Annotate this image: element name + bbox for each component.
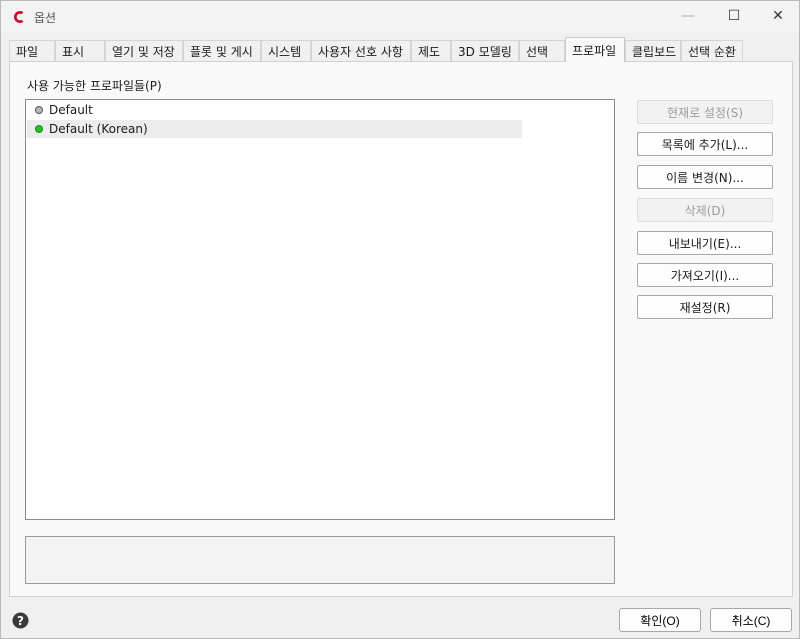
profile-name: Default [49,103,93,117]
options-dialog: 옵션 — ☐ ✕ 파일 표시 열기 및 저장 플롯 및 게시 시스템 사용자 선… [0,0,800,639]
add-to-list-button[interactable]: 목록에 추가(L)... [637,132,773,156]
tab-label: 시스템 [268,44,302,59]
tab-profiles[interactable]: 프로파일 [565,37,625,62]
minimize-icon: — [681,8,695,24]
list-item[interactable]: Default [27,101,522,119]
reset-button[interactable]: 재설정(R) [637,295,773,319]
close-button[interactable]: ✕ [755,1,800,31]
svg-text:?: ? [17,614,24,628]
tab-selection[interactable]: 선택 [519,40,565,61]
profile-description-box [25,536,615,584]
tab-selection-cycling[interactable]: 선택 순환 [681,40,743,61]
minimize-button[interactable]: — [665,1,711,31]
export-button[interactable]: 내보내기(E)... [637,231,773,255]
tab-label: 열기 및 저장 [112,44,175,59]
tab-label: 표시 [62,44,85,59]
tab-label: 사용자 선호 사항 [318,44,403,59]
window-title: 옵션 [34,11,57,25]
tab-label: 선택 순환 [688,44,736,59]
profile-status-icon [35,125,43,133]
tab-strip: 파일 표시 열기 및 저장 플롯 및 게시 시스템 사용자 선호 사항 제도 3… [9,37,793,62]
maximize-icon: ☐ [727,8,741,24]
tab-label: 선택 [526,44,549,59]
tab-user-preferences[interactable]: 사용자 선호 사항 [311,40,411,61]
ok-button[interactable]: 확인(O) [619,608,701,632]
title-bar: 옵션 — ☐ ✕ [1,1,799,33]
tab-clipboard[interactable]: 클립보드 [625,40,681,61]
tab-file[interactable]: 파일 [9,40,55,61]
tab-open-save[interactable]: 열기 및 저장 [105,40,183,61]
tab-label: 플롯 및 게시 [190,44,253,59]
list-item[interactable]: Default (Korean) [27,120,522,138]
tab-3d-modeling[interactable]: 3D 모델링 [451,40,519,61]
tab-label: 제도 [418,44,441,59]
tab-system[interactable]: 시스템 [261,40,311,61]
tab-drafting[interactable]: 제도 [411,40,451,61]
tab-label: 프로파일 [572,43,617,58]
close-icon: ✕ [772,8,784,24]
delete-button[interactable]: 삭제(D) [637,198,773,222]
tab-plot-publish[interactable]: 플롯 및 게시 [183,40,261,61]
profile-list[interactable]: Default Default (Korean) [25,99,615,520]
tab-label: 클립보드 [632,44,677,59]
rename-button[interactable]: 이름 변경(N)... [637,165,773,189]
set-current-button[interactable]: 현재로 설정(S) [637,100,773,124]
app-logo-icon [13,11,24,23]
maximize-button[interactable]: ☐ [711,1,757,31]
tab-display[interactable]: 표시 [55,40,105,61]
help-icon[interactable]: ? [12,612,29,629]
tab-label: 3D 모델링 [458,44,512,59]
import-button[interactable]: 가져오기(I)... [637,263,773,287]
profile-status-icon [35,106,43,114]
cancel-button[interactable]: 취소(C) [710,608,792,632]
available-profiles-label: 사용 가능한 프로파일들(P) [27,79,162,93]
tab-label: 파일 [16,44,39,59]
profiles-panel: 사용 가능한 프로파일들(P) Default Default (Korean)… [9,61,793,597]
profile-name: Default (Korean) [49,122,148,136]
